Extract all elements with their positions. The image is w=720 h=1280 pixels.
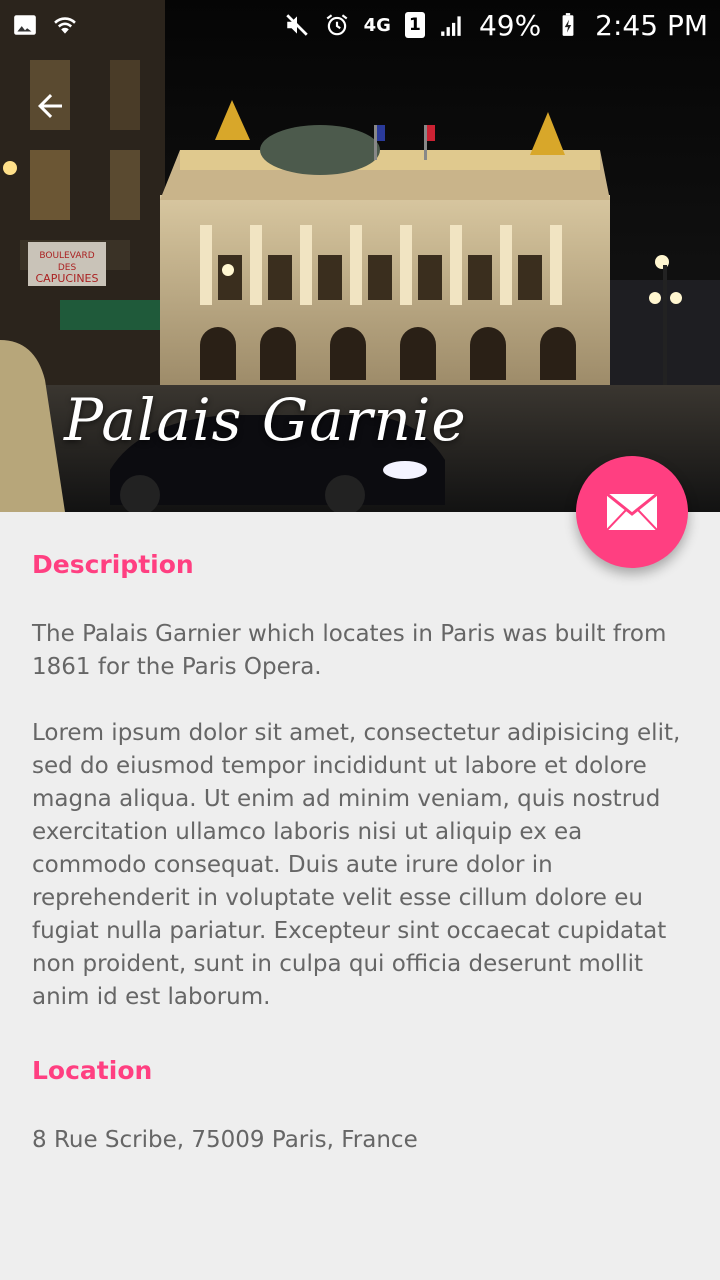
sim-icon: 1 bbox=[404, 12, 425, 38]
battery-icon bbox=[562, 13, 574, 36]
page-title: Palais Garnie bbox=[64, 386, 467, 454]
description-intro: The Palais Garnier which locates in Pari… bbox=[32, 621, 667, 680]
header-image: BOULEVARD DES CAPUCINES Palais Garnie bbox=[0, 0, 720, 512]
clock: 2:45 PM bbox=[595, 8, 708, 42]
back-button[interactable] bbox=[22, 78, 78, 134]
mute-icon bbox=[285, 14, 308, 36]
status-bar: 4G 1 49% 2:45 PM bbox=[0, 0, 720, 50]
content-area: Description The Palais Garnier which loc… bbox=[32, 546, 682, 1157]
network-4g-icon: 4G bbox=[363, 14, 391, 36]
signal-icon bbox=[441, 16, 461, 36]
description-body: Lorem ipsum dolor sit amet, consectetur … bbox=[32, 720, 681, 1010]
svg-text:CAPUCINES: CAPUCINES bbox=[36, 272, 99, 285]
battery-percent: 49% bbox=[478, 8, 542, 42]
mail-icon bbox=[607, 494, 657, 530]
image-icon bbox=[14, 15, 36, 35]
description-heading: Description bbox=[32, 550, 194, 579]
email-fab-button[interactable] bbox=[576, 456, 688, 568]
wifi-icon bbox=[54, 17, 76, 34]
location-heading: Location bbox=[32, 1056, 153, 1085]
arrow-back-icon bbox=[38, 94, 62, 118]
location-address: 8 Rue Scribe, 75009 Paris, France bbox=[32, 1127, 418, 1153]
street-sign: BOULEVARD bbox=[39, 251, 94, 261]
alarm-icon bbox=[326, 14, 348, 36]
